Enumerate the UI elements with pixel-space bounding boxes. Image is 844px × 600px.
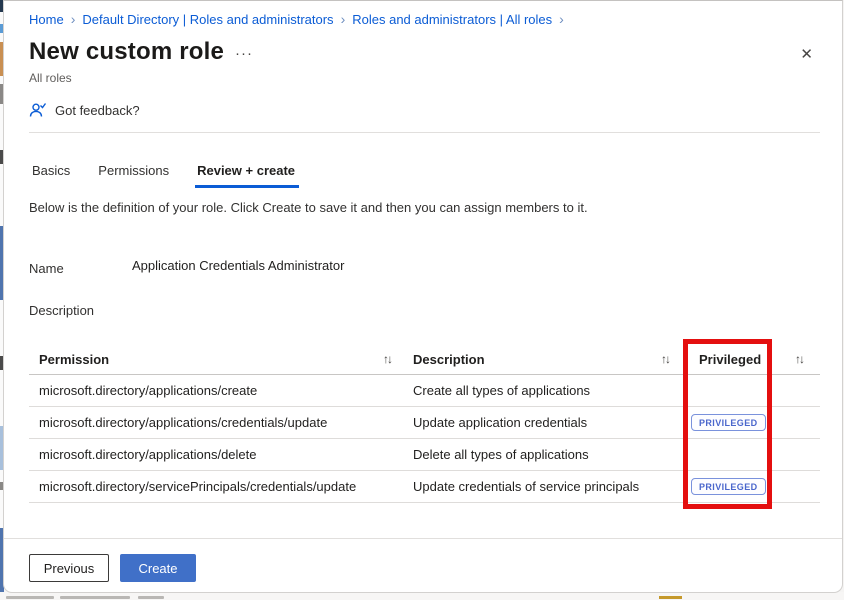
table-row[interactable]: microsoft.directory/applications/credent… bbox=[29, 407, 820, 439]
table-row[interactable]: microsoft.directory/applications/create … bbox=[29, 375, 820, 407]
tab-review-create[interactable]: Review + create bbox=[183, 159, 309, 186]
clipped-text-fragment bbox=[60, 596, 130, 599]
table-header-row: Permission ↑↓ Description ↑↓ Privileged … bbox=[29, 344, 820, 375]
clipped-accent-fragment bbox=[659, 596, 682, 599]
tab-bar: Basics Permissions Review + create bbox=[29, 159, 309, 186]
name-field-value: Application Credentials Administrator bbox=[132, 258, 344, 273]
previous-button[interactable]: Previous bbox=[29, 554, 109, 582]
breadcrumb-chevron-icon: › bbox=[341, 11, 346, 27]
breadcrumb: Home › Default Directory | Roles and adm… bbox=[29, 11, 564, 27]
permission-cell: microsoft.directory/servicePrincipals/cr… bbox=[29, 479, 413, 494]
got-feedback-link[interactable]: Got feedback? bbox=[29, 102, 140, 118]
sort-icon[interactable]: ↑↓ bbox=[795, 352, 805, 366]
tab-permissions[interactable]: Permissions bbox=[84, 159, 183, 186]
description-column-label: Description bbox=[413, 352, 485, 367]
more-options-icon[interactable]: ··· bbox=[231, 43, 257, 64]
tab-review-create-label: Review + create bbox=[197, 163, 295, 178]
page-subtitle: All roles bbox=[29, 71, 72, 85]
breadcrumb-item-directory-roles[interactable]: Default Directory | Roles and administra… bbox=[82, 12, 333, 27]
name-field-label: Name bbox=[29, 261, 64, 276]
description-cell: Update application credentials bbox=[413, 415, 691, 430]
got-feedback-label: Got feedback? bbox=[55, 103, 140, 118]
breadcrumb-item-home[interactable]: Home bbox=[29, 12, 64, 27]
permission-cell: microsoft.directory/applications/credent… bbox=[29, 415, 413, 430]
table-row[interactable]: microsoft.directory/applications/delete … bbox=[29, 439, 820, 471]
tab-permissions-label: Permissions bbox=[98, 163, 169, 178]
breadcrumb-chevron-icon: › bbox=[71, 11, 76, 27]
description-cell: Create all types of applications bbox=[413, 383, 691, 398]
new-custom-role-panel: Home › Default Directory | Roles and adm… bbox=[3, 0, 843, 593]
create-button[interactable]: Create bbox=[120, 554, 196, 582]
description-cell: Update credentials of service principals bbox=[413, 479, 691, 494]
screen: Home › Default Directory | Roles and adm… bbox=[0, 0, 844, 600]
feedback-person-icon bbox=[29, 102, 47, 118]
breadcrumb-chevron-icon: › bbox=[559, 11, 564, 27]
sort-icon[interactable]: ↑↓ bbox=[383, 352, 413, 366]
clipped-text-fragment bbox=[138, 596, 164, 599]
privileged-cell: PRIVILEGED bbox=[691, 414, 795, 431]
permissions-table: Permission ↑↓ Description ↑↓ Privileged … bbox=[29, 344, 820, 503]
permission-cell: microsoft.directory/applications/delete bbox=[29, 447, 413, 462]
background-page-bottom-sliver bbox=[0, 592, 844, 600]
description-field-label: Description bbox=[29, 303, 94, 318]
tab-basics[interactable]: Basics bbox=[29, 159, 84, 186]
header-divider bbox=[29, 132, 820, 133]
active-tab-indicator bbox=[195, 185, 299, 188]
page-title: New custom role bbox=[29, 38, 224, 66]
tab-basics-label: Basics bbox=[32, 163, 70, 178]
review-info-text: Below is the definition of your role. Cl… bbox=[29, 200, 588, 215]
column-header-description: Description ↑↓ bbox=[413, 344, 691, 374]
clipped-text-fragment bbox=[6, 596, 54, 599]
privileged-cell: PRIVILEGED bbox=[691, 478, 795, 495]
breadcrumb-item-all-roles[interactable]: Roles and administrators | All roles bbox=[352, 12, 552, 27]
column-header-trailing: ↑↓ bbox=[795, 344, 820, 374]
description-cell: Delete all types of applications bbox=[413, 447, 691, 462]
footer-divider bbox=[4, 538, 842, 539]
privileged-badge: PRIVILEGED bbox=[691, 478, 766, 495]
close-icon[interactable]: ✕ bbox=[795, 43, 818, 65]
privileged-column-label: Privileged bbox=[691, 352, 761, 367]
sort-icon[interactable]: ↑↓ bbox=[661, 352, 691, 366]
privileged-badge: PRIVILEGED bbox=[691, 414, 766, 431]
table-row[interactable]: microsoft.directory/servicePrincipals/cr… bbox=[29, 471, 820, 503]
column-header-permission: Permission ↑↓ bbox=[29, 344, 413, 374]
permission-column-label: Permission bbox=[29, 352, 109, 367]
column-header-privileged: Privileged bbox=[691, 344, 795, 374]
permission-cell: microsoft.directory/applications/create bbox=[29, 383, 413, 398]
